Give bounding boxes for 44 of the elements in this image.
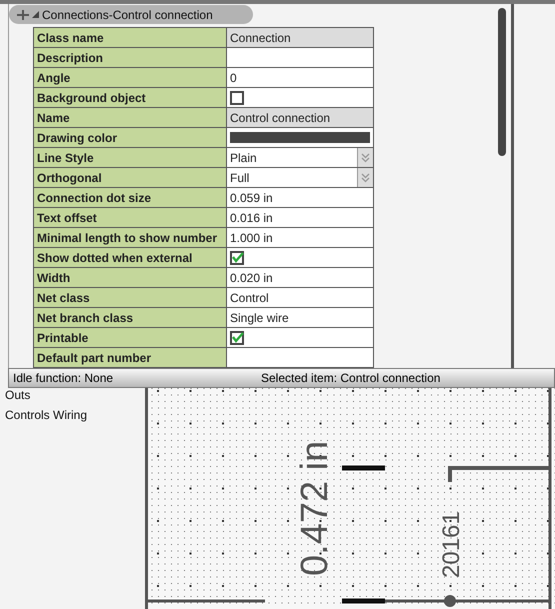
property-label: Connection dot size — [34, 188, 227, 207]
property-label: Net class — [34, 288, 227, 307]
move-icon[interactable] — [17, 8, 29, 20]
property-value[interactable]: 0.059 in — [227, 188, 374, 207]
status-text: Idle function: None — [12, 371, 114, 386]
checkbox[interactable] — [230, 330, 244, 344]
property-label: Name — [34, 108, 227, 127]
property-label: Drawing color — [34, 128, 227, 147]
dropdown[interactable]: Plain — [227, 148, 374, 167]
property-value[interactable]: 0 — [227, 68, 374, 87]
chevron-icon — [361, 152, 370, 162]
property-label: Angle — [34, 68, 227, 87]
property-label: Text offset — [34, 208, 227, 227]
property-label: Class name — [34, 28, 227, 47]
property-value[interactable]: Control connection — [227, 108, 374, 127]
property-label: Default part number — [34, 348, 227, 367]
property-label: Width — [34, 268, 227, 287]
checkbox[interactable] — [230, 90, 244, 104]
property-value[interactable]: Single wire — [227, 308, 374, 327]
property-value[interactable]: 1.000 in — [227, 228, 374, 247]
property-label: Printable — [34, 328, 227, 347]
property-label: Line Style — [34, 148, 227, 167]
chevron-icon — [361, 172, 370, 182]
collapse-icon[interactable] — [32, 11, 39, 18]
property-value[interactable]: Control — [227, 288, 374, 307]
property-value[interactable]: 0.016 in — [227, 208, 374, 227]
wire-number: 20161 — [438, 511, 465, 578]
dropdown[interactable]: Full — [227, 168, 374, 187]
property-value[interactable]: Connection — [227, 28, 374, 47]
property-label: Background object — [34, 88, 227, 107]
dimension-label: 0.472 in — [294, 440, 336, 576]
property-label: Orthogonal — [34, 168, 227, 187]
property-label: Net branch class — [34, 308, 227, 327]
status-text: Selected item: Control connection — [261, 371, 440, 386]
scrollbar[interactable] — [498, 8, 506, 156]
panel-title: Connections-Control connection — [42, 8, 213, 22]
property-value[interactable]: 0.020 in — [227, 268, 374, 287]
property-label: Description — [34, 48, 227, 67]
tree-item[interactable]: Outs — [0, 388, 145, 402]
property-label: Minimal length to show number — [34, 228, 227, 247]
tree-item[interactable]: Controls Wiring — [0, 408, 145, 422]
checkbox[interactable] — [230, 250, 244, 264]
color-swatch[interactable] — [230, 132, 370, 143]
property-label: Show dotted when external — [34, 248, 227, 267]
